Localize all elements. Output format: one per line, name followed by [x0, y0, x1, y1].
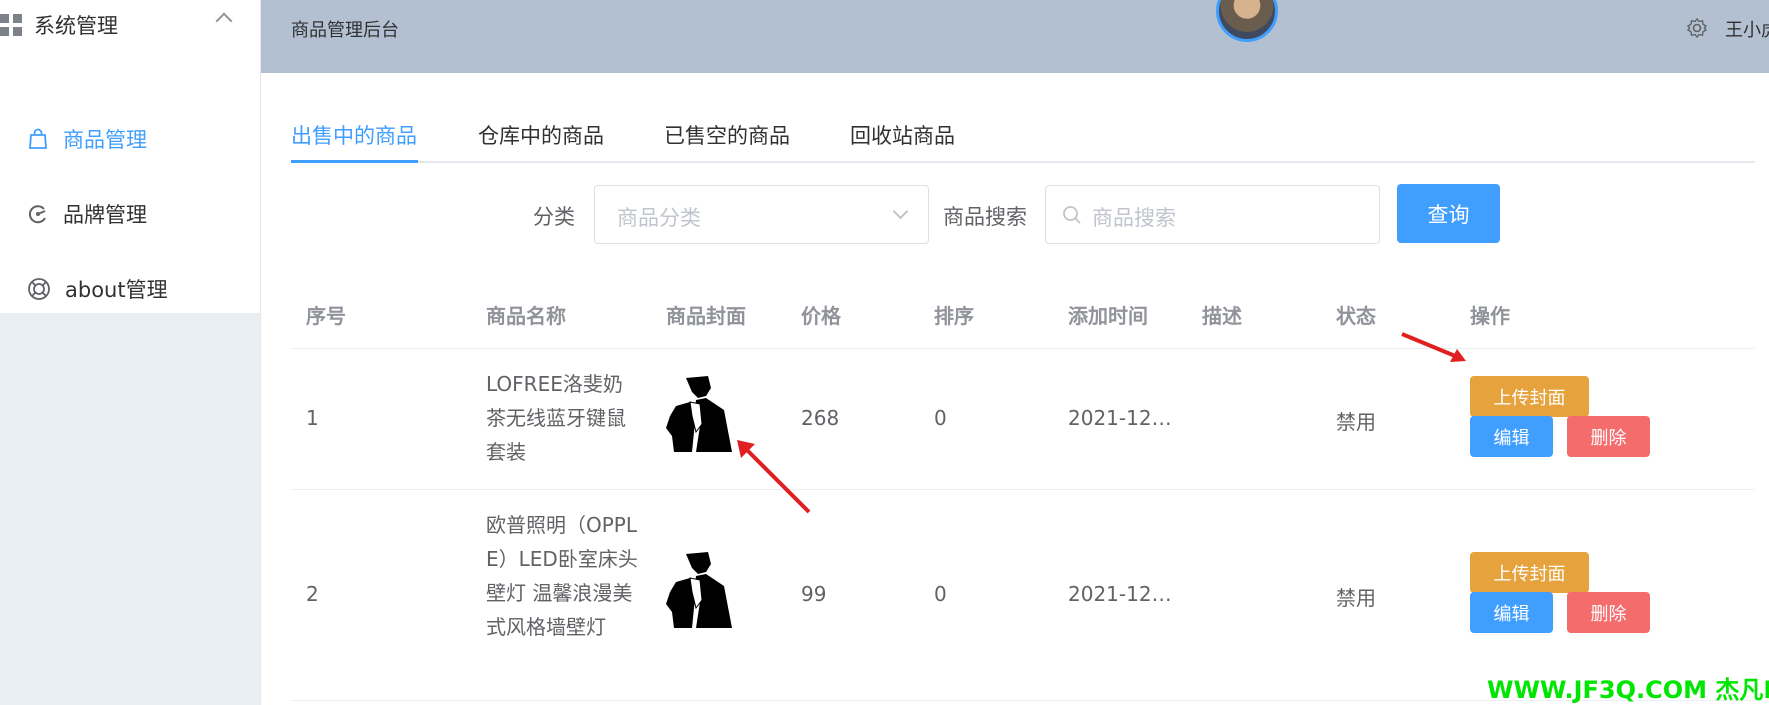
lifebuoy-icon — [28, 277, 50, 300]
submenu-title-label: 系统管理 — [34, 14, 118, 38]
sidebar-item-label: about管理 — [65, 277, 168, 302]
column-header: 商品名称 — [486, 304, 566, 328]
row-index: 1 — [306, 406, 319, 430]
product-cover-image — [666, 552, 732, 628]
search-placeholder: 商品搜索 — [1092, 206, 1176, 230]
search-icon — [1063, 206, 1081, 224]
search-label: 商品搜索 — [943, 205, 1027, 229]
gear-icon[interactable] — [1686, 17, 1708, 39]
tab-sold-out[interactable]: 已售空的商品 — [664, 120, 790, 150]
column-header: 序号 — [306, 304, 346, 328]
tab-bar: 出售中的商品 仓库中的商品 已售空的商品 回收站商品 — [291, 100, 1755, 163]
category-placeholder: 商品分类 — [617, 206, 701, 230]
product-name: LOFREE洛斐奶茶无线蓝牙键鼠套装 — [486, 372, 626, 464]
product-cover-image — [666, 376, 732, 452]
product-status: 禁用 — [1336, 410, 1376, 434]
edit-button[interactable]: 编辑 — [1470, 416, 1553, 457]
column-header: 排序 — [934, 304, 974, 328]
product-added-time: 2021-12… — [1068, 406, 1172, 430]
column-header: 价格 — [801, 304, 841, 328]
product-status: 禁用 — [1336, 586, 1376, 610]
sidebar-item-label: 品牌管理 — [63, 202, 147, 227]
sidebar-item-label: 商品管理 — [63, 127, 147, 152]
column-header: 商品封面 — [666, 304, 746, 328]
sidebar-menu: 系统管理 商品管理 品牌管理 about管理 — [0, 0, 260, 313]
page-title: 商品管理后台 — [291, 20, 399, 41]
avatar[interactable] — [1216, 0, 1278, 42]
sidebar-item-goods[interactable]: 商品管理 — [0, 101, 260, 176]
row-index: 2 — [306, 582, 319, 606]
delete-button[interactable]: 删除 — [1567, 416, 1650, 457]
column-header: 操作 — [1470, 304, 1510, 328]
grid-icon — [0, 14, 22, 36]
column-header: 添加时间 — [1068, 304, 1148, 328]
annotation-arrow-icon — [737, 440, 811, 514]
edit-button[interactable]: 编辑 — [1470, 592, 1553, 633]
upload-cover-button[interactable]: 上传封面 — [1470, 376, 1589, 417]
query-button[interactable]: 查询 — [1397, 184, 1500, 243]
submenu-system-management[interactable]: 系统管理 — [0, 0, 260, 50]
sidebar: 系统管理 商品管理 品牌管理 about管理 — [0, 0, 261, 705]
active-tab-indicator — [291, 160, 418, 163]
sidebar-item-brand[interactable]: 品牌管理 — [0, 176, 260, 251]
annotation-arrow-icon — [1401, 332, 1466, 362]
brand-icon — [28, 204, 46, 223]
product-sort: 0 — [934, 582, 947, 606]
tab-recycle-bin[interactable]: 回收站商品 — [850, 120, 955, 150]
username[interactable]: 王小虎 — [1725, 16, 1769, 42]
top-header: 商品管理后台 王小虎 — [261, 0, 1769, 73]
sidebar-item-about[interactable]: about管理 — [0, 251, 260, 326]
product-price: 268 — [801, 406, 840, 430]
upload-cover-button[interactable]: 上传封面 — [1470, 552, 1589, 593]
product-name: 欧普照明（OPPLE）LED卧室床头壁灯 温馨浪漫美式风格墙壁灯 — [486, 513, 638, 639]
watermark: WWW.JF3Q.COM 杰凡IT — [1487, 676, 1769, 704]
tab-in-warehouse[interactable]: 仓库中的商品 — [478, 120, 604, 150]
category-label: 分类 — [533, 205, 575, 229]
tab-on-sale[interactable]: 出售中的商品 — [291, 120, 417, 150]
table-row: 1 LOFREE洛斐奶茶无线蓝牙键鼠套装 268 0 2021-12… 禁用 上… — [291, 349, 1755, 490]
product-price: 99 — [801, 582, 827, 606]
delete-button[interactable]: 删除 — [1567, 592, 1650, 633]
category-select[interactable]: 商品分类 — [594, 185, 929, 244]
table-header: 序号 商品名称 商品封面 价格 排序 添加时间 描述 状态 操作 — [291, 280, 1755, 349]
column-header: 状态 — [1336, 304, 1376, 328]
chevron-up-icon[interactable] — [215, 12, 233, 30]
product-sort: 0 — [934, 406, 947, 430]
chevron-down-icon — [892, 203, 909, 220]
product-added-time: 2021-12… — [1068, 582, 1172, 606]
shopping-bag-icon — [29, 128, 47, 149]
search-input[interactable]: 商品搜索 — [1045, 185, 1380, 244]
column-header: 描述 — [1202, 304, 1242, 328]
